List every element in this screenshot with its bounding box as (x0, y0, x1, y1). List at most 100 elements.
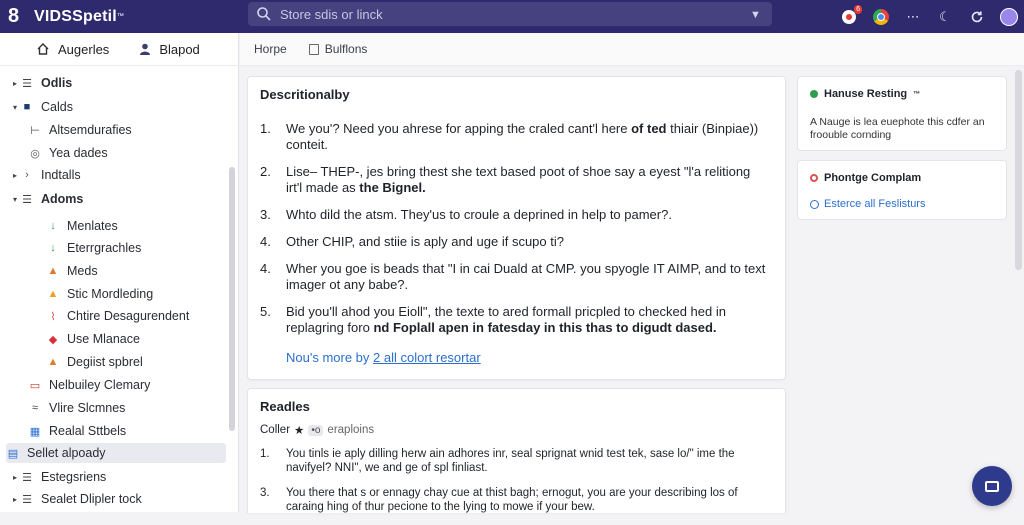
sidebar-item-19[interactable]: ▸ ☰ Sealet Dlipler tock (10, 489, 142, 509)
sidebar-item-15[interactable]: ≈ Vlire Slcmnes (28, 398, 125, 418)
logo-mark: 8 (8, 5, 20, 27)
tab-home[interactable]: Augerles (36, 42, 109, 57)
complaint-link[interactable]: Esterce all Feslisturs (810, 198, 925, 210)
sidebar-item-label: Altsemdurafies (49, 123, 132, 137)
sidebar-item-16[interactable]: ▦ Realal Sttbels (28, 421, 126, 441)
person-icon (140, 43, 151, 55)
filter-text[interactable]: eraploins (327, 424, 374, 436)
expand-caret-icon[interactable]: ▸ (10, 495, 20, 504)
breadcrumb-home[interactable]: Horpe (254, 42, 287, 56)
list-text: Lise– THEP-, jes bring thest she text ba… (286, 164, 770, 196)
notifications-icon[interactable]: 6 (840, 4, 862, 26)
breadcrumb-current[interactable]: Bulflons (308, 42, 367, 56)
search-bar[interactable]: ▼ (248, 2, 772, 26)
complaint-panel: Phontge Complam Esterce all Feslisturs (797, 160, 1007, 220)
list-text-main: We you'? Need you ahrese for apping the … (286, 121, 632, 136)
search-input[interactable] (278, 5, 750, 23)
list-item: 3. Whto dild the atsm. They'us to croule … (260, 207, 770, 223)
avatar[interactable] (1000, 7, 1018, 26)
sidebar-item-6[interactable]: ▾ ☰ Adoms (10, 189, 83, 209)
wave-icon: ≈ (31, 402, 39, 414)
sidebar-item-11[interactable]: ⌇ Chtire Desagurendent (46, 306, 189, 326)
chat-button[interactable] (972, 466, 1012, 506)
more-dots-icon[interactable]: ⋯ (904, 8, 922, 26)
list-item: 1. We you'? Need you ahrese for apping th… (260, 121, 770, 153)
list-icon: ☰ (22, 493, 32, 506)
triangle-icon: ▲ (47, 265, 59, 277)
list-text: We you'? Need you ahrese for apping the … (286, 121, 770, 153)
sidebar-scrollbar[interactable] (229, 167, 235, 431)
triangle-icon: ▲ (47, 356, 59, 368)
sidebar-item-14[interactable]: ▭ Nelbuiley Clemary (28, 375, 151, 395)
list-number: 4. (260, 261, 271, 276)
expand-caret-icon[interactable]: ▸ (10, 79, 20, 88)
list-text: You there that s or ennagy chay cue at t… (286, 486, 770, 514)
sidebar-item-17[interactable]: ▤ Sellet alpoady (6, 443, 226, 463)
more-link[interactable]: 2 all colort resortar (373, 350, 481, 365)
sidebar-item-label: Estegsriens (41, 470, 107, 484)
tab-person-label: Blapod (159, 41, 200, 57)
sidebar-item-label: Nelbuiley Clemary (49, 378, 151, 392)
tab-person[interactable]: Blapod (139, 41, 200, 57)
readles-card: Readles Coller ★ •o eraploins 1. You tinl… (247, 388, 786, 513)
sidebar-item-13[interactable]: ▲ Degiist spbrel (46, 352, 143, 372)
sidebar-item-label: Realal Sttbels (49, 424, 127, 438)
sidebar-item-2[interactable]: ▾ ■ Calds (10, 97, 73, 117)
sidebar-item-12[interactable]: ◆ Use Mlanace (46, 329, 140, 349)
sidebar-item-label: Odlis (41, 76, 73, 90)
main-scrollbar[interactable] (1015, 70, 1022, 270)
tree-icon: ⊢ (30, 124, 40, 137)
filter-chip[interactable]: •o (308, 424, 324, 436)
sidebar-item-5[interactable]: ▸ › Indtalls (10, 165, 81, 185)
list-text-bold: the Bignel. (359, 180, 426, 195)
list-text: You tinls ie aply dilling herw ain adhor… (286, 447, 770, 475)
window-icon: ▤ (7, 447, 19, 460)
down-arrow-icon: ↓ (50, 220, 56, 232)
sidebar-item-9[interactable]: ▲ Meds (46, 261, 98, 281)
app-logo[interactable]: 8 VIDSSpetil ™ (8, 5, 124, 28)
expand-caret-icon[interactable]: ▾ (10, 195, 20, 204)
expand-caret-icon[interactable]: ▾ (10, 103, 20, 112)
sidebar-item-8[interactable]: ↓ Eterrgrachles (46, 238, 141, 258)
moon-icon[interactable]: ☾ (936, 8, 954, 26)
notification-badge: 6 (854, 4, 862, 14)
sidebar-item-label: Adoms (41, 192, 84, 206)
sidebar-item-label: Use Mlanace (67, 332, 140, 346)
sidebar-item-4[interactable]: ◎ Yea dades (28, 143, 107, 163)
list-text-main: Wher you goe is beads that "I in cai Dua… (286, 261, 766, 292)
list-icon: ☰ (22, 77, 32, 90)
refresh-icon[interactable] (968, 8, 986, 26)
list-item: 4. Wher you goe is beads that "I in cai D… (260, 261, 770, 293)
readles-list: 1. You tinls ie aply dilling herw ain adh… (260, 447, 770, 525)
expand-caret-icon[interactable]: ▸ (10, 171, 20, 180)
sidebar-item-label: Eterrgrachles (67, 241, 142, 255)
list-number: 3. (260, 207, 271, 222)
status-dot-icon (810, 90, 818, 98)
warning-icon: ▲ (47, 288, 59, 300)
top-bar: 8 VIDSSpetil ™ ▼ 6 ⋯ ☾ (0, 0, 1024, 33)
sidebar-item-10[interactable]: ▲ Stic Mordleding (46, 284, 154, 304)
tab-home-label: Augerles (58, 41, 110, 57)
list-text-bold: of ted (631, 121, 667, 136)
sidebar-tabs: Augerles Blapod (0, 33, 238, 66)
resting-body: A Nauge is lea euephote this cdfer an fr… (810, 116, 985, 141)
list-number: 1. (260, 448, 270, 460)
sidebar-item-18[interactable]: ▸ ☰ Estegsriens (10, 467, 106, 487)
list-text-bold: nd Foplall apen in fatesday in this thas… (373, 320, 717, 335)
sidebar-item-7[interactable]: ↓ Menlates (46, 216, 117, 236)
sidebar-item-label: Chtire Desagurendent (67, 309, 190, 323)
sidebar-item-3[interactable]: ⊢ Altsemdurafies (28, 120, 132, 140)
list-text: Whto dild the atsm. They'us to croule a … (286, 207, 770, 223)
sidebar-item-label: Sealet Dlipler tock (41, 492, 142, 506)
list-item: 3. You there that s or ennagy chay cue at… (260, 486, 770, 514)
sidebar-item-1[interactable]: ▸ ☰ Odlis (10, 73, 72, 93)
resting-title: Hanuse Resting ™ (810, 88, 920, 100)
expand-caret-icon[interactable]: ▸ (10, 473, 20, 482)
sidebar-item-label: Degiist spbrel (67, 355, 143, 369)
list-text: Other CHIP, and stiie is aply and uge if… (286, 234, 770, 250)
resting-title-text: Hanuse Resting (824, 88, 908, 100)
chevron-down-icon[interactable]: ▼ (750, 9, 764, 21)
browser-icon[interactable] (872, 8, 890, 26)
description-list: 1. We you'? Need you ahrese for apping th… (260, 121, 770, 347)
complaint-title: Phontge Complam (810, 172, 921, 184)
